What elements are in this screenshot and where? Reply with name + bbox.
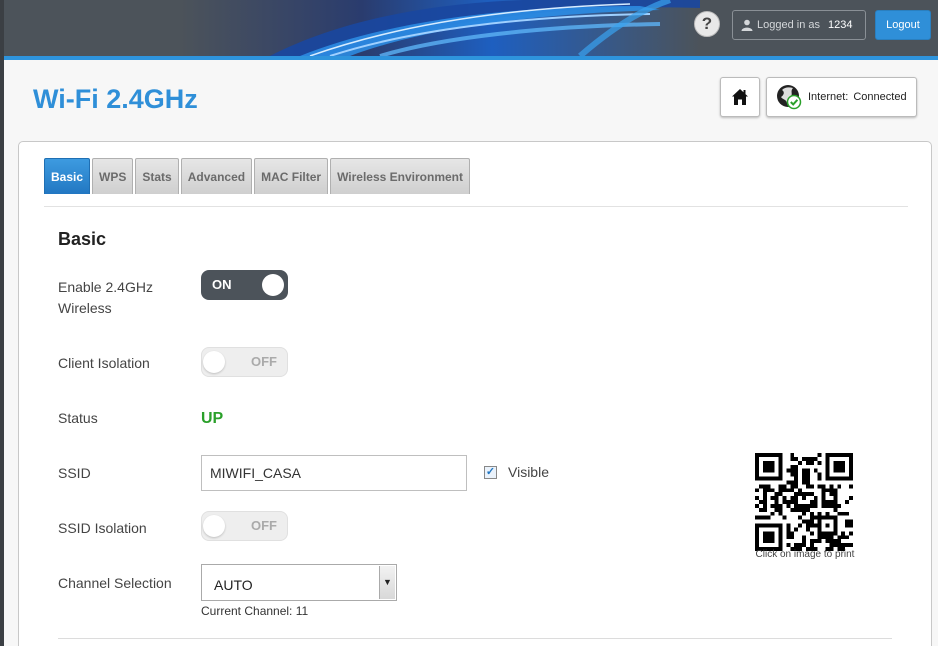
tab-stats[interactable]: Stats: [135, 158, 179, 194]
globe-check-icon: [777, 85, 802, 110]
window-frame: [0, 0, 4, 646]
enable-wireless-label-line1: Enable 2.4GHz: [58, 279, 153, 295]
toggle-knob: [262, 274, 284, 296]
enable-wireless-label-line2: Wireless: [58, 300, 112, 316]
ssid-isolation-label: SSID Isolation: [58, 520, 147, 536]
logged-in-indicator: Logged in as 1234: [732, 10, 866, 40]
tab-mac-filter[interactable]: MAC Filter: [254, 158, 329, 194]
enable-wireless-toggle[interactable]: ON: [201, 270, 288, 300]
tab-wireless-environment[interactable]: Wireless Environment: [330, 158, 471, 194]
tab-divider: [44, 206, 908, 207]
wifi-qr-code[interactable]: [755, 453, 853, 551]
home-icon: [732, 89, 748, 105]
visible-label: Visible: [508, 464, 549, 480]
ssid-input[interactable]: [201, 455, 467, 491]
channel-select[interactable]: AUTO ▼: [201, 564, 397, 601]
enable-wireless-label: Enable 2.4GHz Wireless: [58, 277, 153, 319]
username: 1234: [828, 19, 853, 31]
home-button[interactable]: [720, 77, 760, 117]
tab-basic[interactable]: Basic: [44, 158, 91, 194]
top-header: ? Logged in as 1234 Logout: [0, 0, 938, 60]
ssid-isolation-toggle[interactable]: OFF: [201, 511, 288, 541]
tab-advanced[interactable]: Advanced: [180, 158, 253, 194]
toggle-state-label: OFF: [251, 518, 277, 533]
user-icon: [741, 19, 753, 31]
logged-in-label: Logged in as: [757, 19, 820, 31]
tab-wps[interactable]: WPS: [92, 158, 134, 194]
status-value: UP: [201, 410, 224, 427]
current-channel: Current Channel: 11: [201, 604, 309, 618]
section-title: Basic: [58, 229, 107, 249]
help-button[interactable]: ?: [694, 11, 720, 37]
chevron-down-icon[interactable]: ▼: [379, 566, 395, 599]
internet-status-button[interactable]: Internet: Connected: [766, 77, 917, 117]
header-banner-graphic: [180, 0, 700, 56]
toggle-state-label: OFF: [251, 354, 277, 369]
client-isolation-toggle[interactable]: OFF: [201, 347, 288, 377]
header-accent-strip: [0, 56, 938, 60]
toggle-state-label: ON: [212, 277, 232, 292]
internet-status-value: Connected: [853, 91, 907, 103]
visible-checkbox[interactable]: ✓: [484, 466, 497, 479]
logout-button[interactable]: Logout: [875, 10, 931, 40]
channel-select-value: AUTO: [214, 577, 253, 593]
client-isolation-label: Client Isolation: [58, 355, 150, 371]
toggle-knob: [203, 351, 225, 373]
tab-bar: Basic WPS Stats Advanced MAC Filter Wire…: [44, 158, 472, 194]
toggle-knob: [203, 515, 225, 537]
status-label: Status: [58, 410, 98, 426]
question-icon: ?: [701, 14, 713, 33]
ssid-label: SSID: [58, 465, 91, 481]
page-title: Wi-Fi 2.4GHz: [33, 84, 198, 114]
qr-caption: Click on image to print: [755, 549, 855, 560]
wifi-settings-panel: Basic WPS Stats Advanced MAC Filter Wire…: [18, 141, 932, 646]
internet-label: Internet:: [808, 91, 849, 103]
section-divider: [58, 638, 892, 639]
channel-selection-label: Channel Selection: [58, 575, 172, 591]
